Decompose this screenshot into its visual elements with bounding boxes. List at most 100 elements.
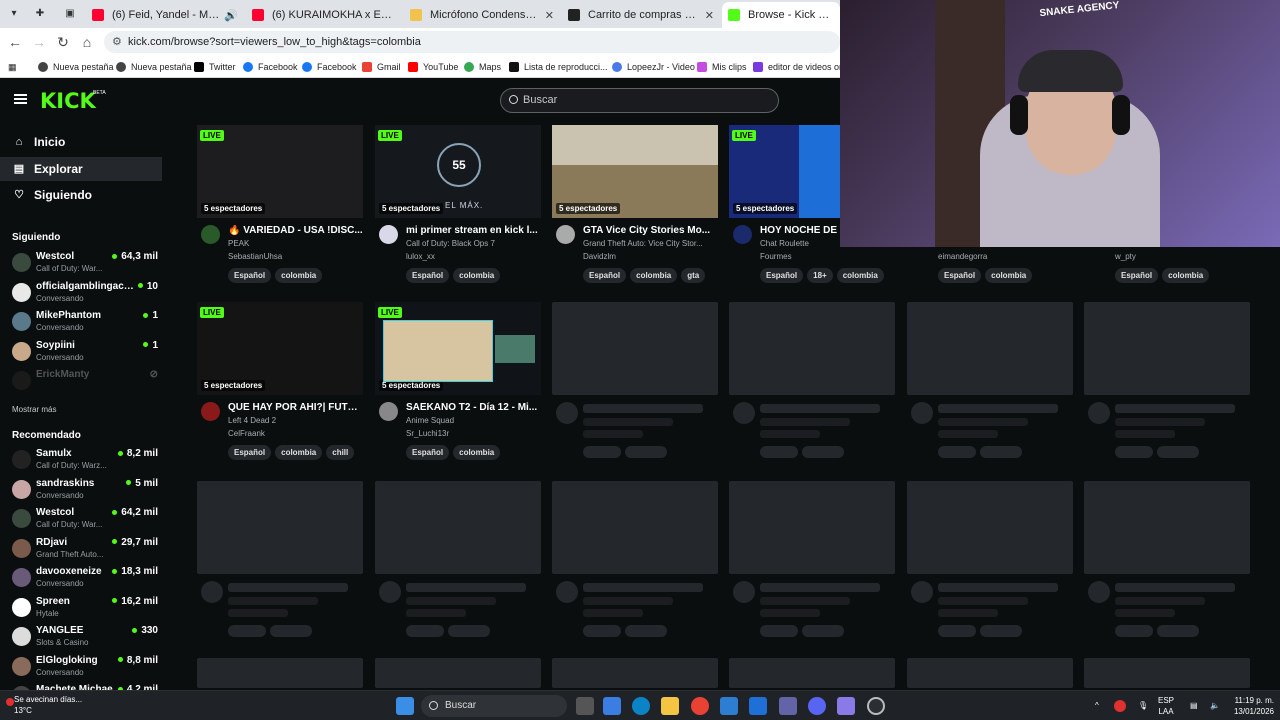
stream-category[interactable]: PEAK: [228, 239, 358, 248]
bookmark-7[interactable]: YouTube: [408, 60, 458, 74]
tag-chip[interactable]: colombia: [453, 445, 501, 460]
streamer-avatar[interactable]: [201, 225, 220, 244]
tag-chip[interactable]: Español: [760, 268, 804, 283]
stream-title[interactable]: 🔥 VARIEDAD - USA !DISC...: [228, 225, 363, 236]
tab-search-icon[interactable]: ▾: [6, 6, 22, 22]
sidebar-channel[interactable]: ErickManty ⊘: [0, 367, 166, 395]
home-icon[interactable]: ⌂: [78, 33, 96, 51]
streamer-name[interactable]: CelFraank: [228, 429, 265, 438]
sidebar-channel[interactable]: RDjavi Grand Theft Auto... 29,7 mil: [0, 535, 166, 563]
bookmark-4[interactable]: Facebook: [243, 60, 298, 74]
address-bar[interactable]: ⚙ kick.com/browse?sort=viewers_low_to_hi…: [104, 31, 840, 53]
tag-chip[interactable]: gta: [681, 268, 706, 283]
tag-chip[interactable]: Español: [1115, 268, 1159, 283]
stream-card[interactable]: LIVE5 espectadores GTA Vice City Stories …: [552, 125, 718, 285]
streamer-avatar[interactable]: [556, 225, 575, 244]
stream-card[interactable]: LIVE 5 espectadores SAEKANO T2 - Día 12 - …: [375, 302, 541, 462]
tag-chip[interactable]: colombia: [836, 268, 884, 283]
stream-title[interactable]: GTA Vice City Stories Mo...: [583, 225, 718, 236]
tab-2[interactable]: (6) KURAIMOKHA x ENVY FILMS: [246, 4, 402, 26]
streamer-name[interactable]: Fourmes: [760, 252, 792, 261]
pinned-tab-2-icon[interactable]: ▣: [62, 6, 78, 22]
stream-thumbnail[interactable]: LIVE5 espectadores: [375, 302, 541, 395]
forward-icon[interactable]: →: [30, 33, 48, 51]
bookmark-8[interactable]: Maps: [464, 60, 501, 74]
tag-chip[interactable]: Español: [228, 445, 272, 460]
nav-siguiendo[interactable]: ♡ Siguiendo: [0, 183, 162, 207]
kick-logo[interactable]: KICK: [40, 89, 96, 113]
task-view-icon[interactable]: [576, 697, 594, 715]
tag-chip[interactable]: Español: [583, 268, 627, 283]
stream-thumbnail[interactable]: LIVE5 espectadores: [197, 302, 363, 395]
streamer-name[interactable]: Davidzlm: [583, 252, 616, 261]
close-tab-icon[interactable]: ✕: [545, 9, 554, 22]
sidebar-channel[interactable]: Westcol Call of Duty: War... 64,2 mil: [0, 505, 166, 533]
bookmark-11[interactable]: Mis clips: [697, 60, 747, 74]
nav-explorar[interactable]: ▤ Explorar: [0, 157, 162, 181]
stream-thumbnail[interactable]: LIVE5 espectadores: [552, 125, 718, 218]
sidebar-channel[interactable]: Samulx Call of Duty: Warz... 8,2 mil: [0, 446, 166, 474]
streamer-name[interactable]: SebastianUhsa: [228, 252, 282, 261]
streamer-avatar[interactable]: [733, 225, 752, 244]
nav-inicio[interactable]: ⌂ Inicio: [0, 130, 162, 154]
sidebar-channel[interactable]: ElGlogloking Conversando 8,8 mil: [0, 653, 166, 681]
file-explorer-icon[interactable]: [661, 697, 679, 715]
bookmark-2[interactable]: Nueva pestaña: [116, 60, 192, 74]
streamer-name[interactable]: w_pty: [1115, 252, 1136, 261]
tray-chevron-icon[interactable]: ^: [1095, 700, 1099, 711]
sidebar-channel[interactable]: officialgamblingaca... Conversando 10: [0, 279, 166, 307]
taskbar-search[interactable]: Buscar: [421, 695, 567, 717]
show-more-link[interactable]: Mostrar más: [12, 405, 56, 414]
sidebar-channel[interactable]: Westcol Call of Duty: War... 64,3 mil: [0, 249, 166, 277]
mail-icon[interactable]: [749, 697, 767, 715]
discord-icon[interactable]: [808, 697, 826, 715]
stream-category[interactable]: Anime Squad: [406, 416, 536, 425]
tag-chip[interactable]: 18+: [807, 268, 833, 283]
stream-card[interactable]: LIVE 5 espectadores QUE HAY POR AHI?| FUTB…: [197, 302, 363, 462]
chrome-icon[interactable]: [691, 697, 709, 715]
streamer-name[interactable]: Sr_Luchi13r: [406, 429, 449, 438]
teams-icon[interactable]: [779, 697, 797, 715]
tag-chip[interactable]: chill: [326, 445, 355, 460]
tag-chip[interactable]: colombia: [1162, 268, 1210, 283]
stream-category[interactable]: Grand Theft Auto: Vice City Stor...: [583, 239, 713, 248]
stream-title[interactable]: mi primer stream en kick l...: [406, 225, 541, 236]
stream-card[interactable]: LIVE 5 espectadores 🔥 VARIEDAD - USA !DISC…: [197, 125, 363, 285]
tag-chip[interactable]: colombia: [985, 268, 1033, 283]
sidebar-channel[interactable]: YANGLEE Slots & Casino 330: [0, 623, 166, 651]
windows-start-icon[interactable]: [396, 697, 414, 715]
stream-title[interactable]: QUE HAY POR AHI?| FUTB...: [228, 402, 363, 413]
tag-chip[interactable]: Español: [406, 268, 450, 283]
weather-widget[interactable]: Se avecinan días... 13°C: [14, 694, 82, 716]
apps-icon[interactable]: ▦: [8, 60, 17, 74]
obs-icon[interactable]: [837, 697, 855, 715]
tag-chip[interactable]: colombia: [630, 268, 678, 283]
tab-5-active[interactable]: Browse - Kick Streaming: [722, 2, 840, 28]
back-icon[interactable]: ←: [6, 33, 24, 51]
stream-thumbnail[interactable]: LIVE5 espectadores: [197, 125, 363, 218]
stream-thumbnail[interactable]: LIVE 5 espectadores 55 EL MÁX.: [375, 125, 541, 218]
streamer-avatar[interactable]: [379, 402, 398, 421]
streamer-name[interactable]: lulox_xx: [406, 252, 435, 261]
tag-chip[interactable]: colombia: [275, 445, 323, 460]
tag-chip[interactable]: colombia: [453, 268, 501, 283]
site-info-icon[interactable]: ⚙: [112, 31, 122, 53]
copilot-icon[interactable]: [603, 697, 621, 715]
language-indicator[interactable]: ESP LAA: [1158, 695, 1174, 717]
reload-icon[interactable]: ↻: [54, 33, 72, 51]
bookmark-3[interactable]: Twitter: [194, 60, 236, 74]
tab-4[interactable]: Carrito de compras de amazon ✕: [562, 4, 720, 26]
tray-app-icon[interactable]: [1114, 700, 1126, 712]
microphone-icon[interactable]: 🎙: [1138, 700, 1148, 711]
sidebar-channel[interactable]: MikePhantom Conversando 1: [0, 308, 166, 336]
tab-3[interactable]: Micrófono Condensador Maono ✕: [404, 4, 560, 26]
tag-chip[interactable]: Español: [228, 268, 272, 283]
stream-card[interactable]: LIVE 5 espectadores 55 EL MÁX. mi primer str…: [375, 125, 541, 285]
close-tab-icon[interactable]: ✕: [705, 9, 714, 22]
clock[interactable]: 11:19 p. m. 13/01/2026: [1226, 695, 1274, 717]
stream-title[interactable]: SAEKANO T2 - Día 12 - Mi...: [406, 402, 541, 413]
tag-chip[interactable]: Español: [406, 445, 450, 460]
audio-icon[interactable]: 🔊: [224, 9, 238, 22]
bookmark-6[interactable]: Gmail: [362, 60, 401, 74]
bookmark-10[interactable]: LopeezJr - Video: [612, 60, 695, 74]
